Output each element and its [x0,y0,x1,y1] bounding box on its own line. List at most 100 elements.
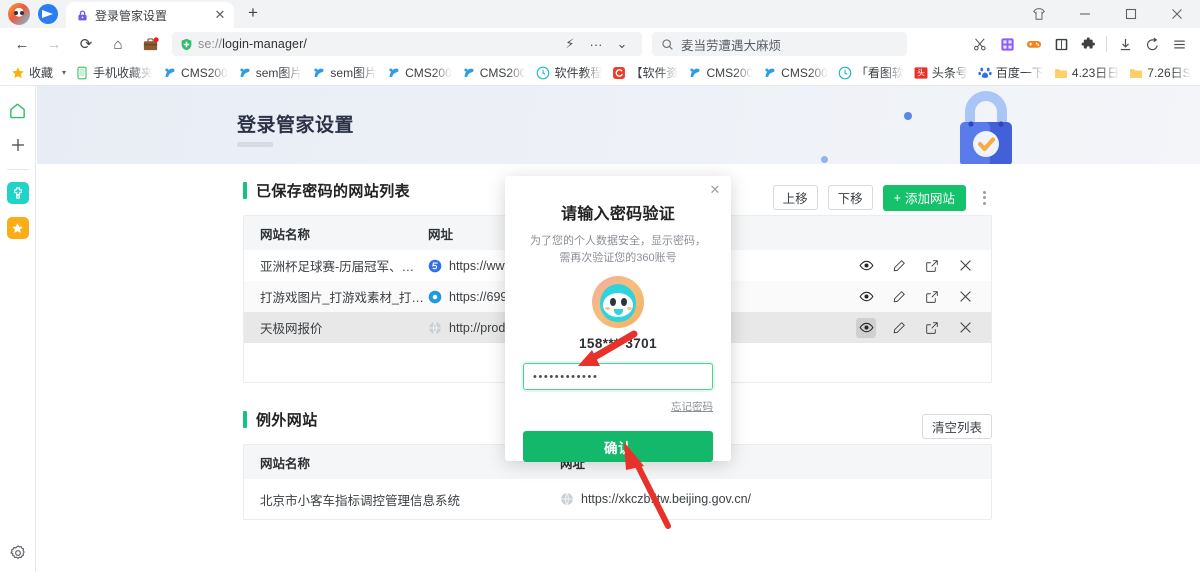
home-button[interactable]: ⌂ [105,31,131,57]
favorites-icon[interactable] [4,214,32,242]
bookmarks-chevron-down-icon[interactable]: ▾ [58,68,70,77]
search-input[interactable]: 麦当劳遭遇大麻烦 [681,35,781,54]
edit-icon[interactable] [889,256,909,276]
bookmark-item[interactable]: 工作收藏 [1196,62,1200,84]
tools-icon[interactable] [4,179,32,207]
address-bar[interactable]: se://login-manager/ ⚡ ··· ⌄ [172,32,642,56]
delete-icon[interactable] [955,256,975,276]
new-tab-button[interactable]: + [240,1,266,27]
minimize-button[interactable] [1062,0,1108,28]
move-down-button[interactable]: 下移 [827,185,873,210]
briefcase-icon[interactable] [137,31,163,57]
confirm-button[interactable]: 确认 [523,431,713,462]
bookmark-item[interactable]: CMS200 [382,62,457,84]
game-icon[interactable] [1021,31,1047,57]
cms-icon [389,68,399,77]
edit-icon[interactable] [889,287,909,307]
bookmark-item[interactable]: 百度一下 [973,62,1049,84]
table-row[interactable]: 北京市小客车指标调控管理信息系统 https://xkczb.jtw.beijin… [244,479,991,519]
saved-section-title: 已保存密码的网站列表 [243,180,410,201]
bookmark-label: sem图片 [330,66,378,80]
skin-button[interactable] [1016,0,1062,28]
kebab-menu-icon[interactable] [976,190,992,205]
bookmark-item[interactable]: 手机收藏夹 [70,62,158,84]
cell-row-actions [843,287,975,307]
home-icon[interactable] [4,96,32,124]
book-icon[interactable] [1048,31,1074,57]
open-external-icon[interactable] [922,287,942,307]
bookmark-label: 百度一下 [995,66,1044,80]
window-controls [1016,0,1200,28]
bookmarks-bar: 收藏 ▾ 手机收藏夹 CMS200 sem图片 sem图片 CMS200 CMS200 软件… [0,60,1200,86]
boost-icon[interactable]: ⚡ [558,32,582,56]
bookmark-favorites[interactable]: 收藏 [6,62,58,84]
bookmark-label: 头条号 [931,66,968,80]
delete-icon[interactable] [955,318,975,338]
section-accent-bar [243,411,247,428]
folder-icon [1054,68,1067,78]
column-name: 网站名称 [260,227,311,242]
back-button[interactable]: ← [9,31,35,57]
bookmark-item[interactable]: 头头条号 [909,62,973,84]
bookmark-label: 软件教程 [554,66,603,80]
move-up-button[interactable]: 上移 [772,185,818,210]
bookmark-label: CMS200 [479,65,527,80]
bookmark-item[interactable]: sem图片 [307,62,382,84]
e-icon [613,66,626,79]
scissors-icon[interactable] [967,31,993,57]
gear-icon[interactable] [9,544,27,562]
modal-close-button[interactable]: ✕ [707,182,723,198]
tab-close-button[interactable]: ✕ [212,7,228,23]
bookmark-label: CMS200 [181,65,228,80]
open-external-icon[interactable] [922,256,942,276]
tab-login-manager[interactable]: 登录管家设置 ✕ [66,2,234,28]
cms-icon [240,68,250,77]
add-site-button[interactable]: + 添加网站 [882,184,966,211]
reload-button[interactable]: ⟳ [73,31,99,57]
history-icon[interactable] [1139,31,1165,57]
bookmark-item[interactable]: 【软件资 [607,62,683,84]
menu-icon[interactable] [1166,31,1192,57]
chevron-down-icon[interactable]: ⌄ [610,32,634,56]
maximize-button[interactable] [1108,0,1154,28]
extensions-icon[interactable] [1075,31,1101,57]
bookmark-item[interactable]: 4.23日日 [1049,62,1124,84]
more-icon[interactable]: ··· [584,32,608,56]
tab-title: 登录管家设置 [95,8,168,23]
cms-icon [314,68,324,77]
clear-list-button[interactable]: 清空列表 [921,414,992,439]
notes-icon[interactable] [994,31,1020,57]
search-box[interactable]: 麦当劳遭遇大麻烦 [652,32,907,56]
password-input[interactable]: •••••••••••• [523,363,713,390]
forgot-password-link[interactable]: 忘记密码 [671,401,713,413]
modal-subtitle: 为了您的个人数据安全，显示密码，需再次验证您的360账号 [530,235,706,264]
bookmark-item[interactable]: sem图片 [233,62,308,84]
bookmark-item[interactable]: CMS200 [683,62,758,84]
section-title-text: 已保存密码的网站列表 [256,183,411,200]
toutiao-icon: 头 [914,66,928,79]
bookmark-item[interactable]: CMS200 [457,62,532,84]
cms-icon [765,68,775,77]
baidu-icon [978,67,992,78]
message-center-icon[interactable] [38,4,58,24]
delete-icon[interactable] [955,287,975,307]
eye-icon[interactable] [856,317,876,338]
bookmark-item[interactable]: 软件教程 [531,62,607,84]
svg-text:头: 头 [917,67,925,77]
bookmark-item[interactable]: CMS200 [158,62,233,84]
close-button[interactable] [1154,0,1200,28]
eye-icon[interactable] [856,287,876,307]
open-external-icon[interactable] [922,318,942,338]
bookmark-item[interactable]: 7.26日S [1124,62,1195,84]
download-icon[interactable] [1112,31,1138,57]
bookmark-item[interactable]: CMS200 [758,62,833,84]
bookmark-item[interactable]: 「看图软 [833,62,909,84]
avatar [592,276,644,328]
bookmark-label: 手机收藏夹 [93,66,154,80]
eye-icon[interactable] [856,256,876,276]
cell-url-text: https://xkczb.jtw.beijing.gov.cn/ [581,492,751,506]
bookmark-label: 4.23日日 [1071,66,1120,80]
edit-icon[interactable] [889,318,909,338]
forward-button[interactable]: → [41,31,67,57]
add-icon[interactable] [4,131,32,159]
